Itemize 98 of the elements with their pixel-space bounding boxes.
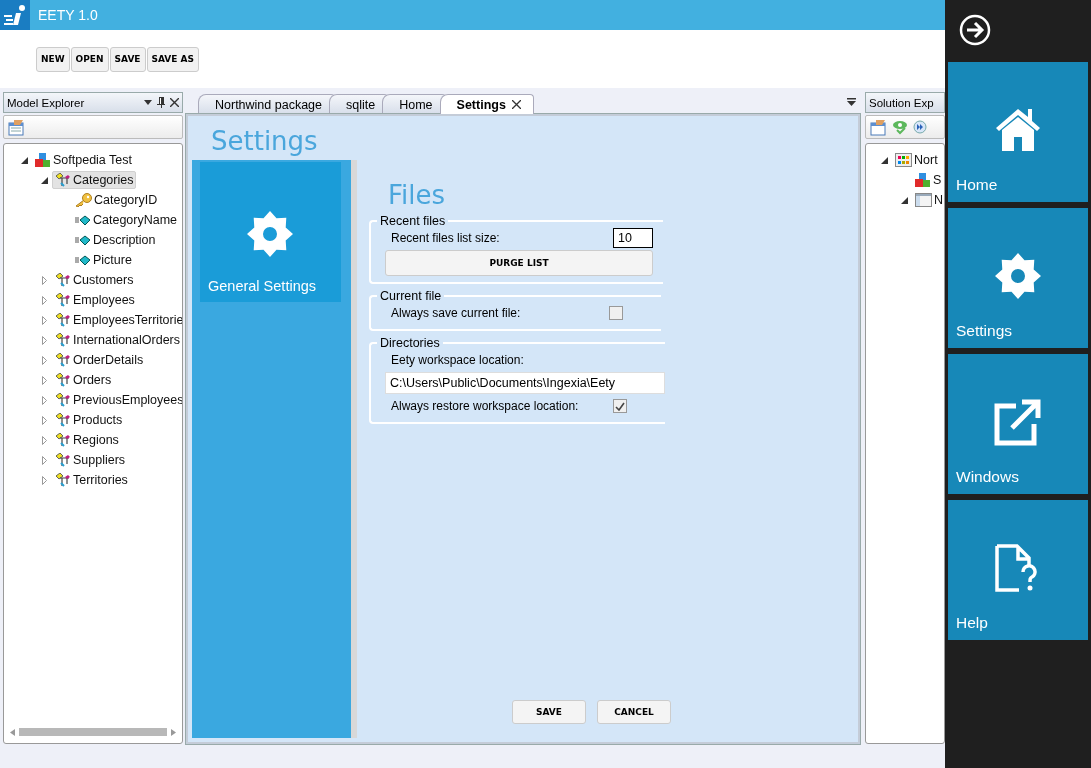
- tree-item[interactable]: Products: [52, 411, 126, 429]
- tree-item[interactable]: Softpedia Test: [32, 150, 135, 170]
- tree-item[interactable]: InternationalOrders: [52, 331, 182, 349]
- expanded-arrow-icon[interactable]: [900, 196, 908, 204]
- window-icon: [915, 193, 932, 207]
- dropdown-icon[interactable]: [847, 98, 856, 106]
- purge-button[interactable]: PURGE LIST: [385, 250, 653, 276]
- checkbox[interactable]: [609, 306, 623, 320]
- entity-icon: [55, 333, 71, 347]
- collapsed-arrow-icon[interactable]: [41, 475, 47, 485]
- tree-item[interactable]: OrderDetails: [52, 351, 147, 369]
- collapsed-arrow-icon[interactable]: [41, 375, 47, 385]
- expanded-arrow-icon[interactable]: [20, 156, 28, 164]
- scroll-left-icon[interactable]: [10, 728, 15, 736]
- tree-item[interactable]: Nort: [892, 151, 941, 169]
- save-button[interactable]: SAVE: [512, 700, 586, 724]
- home-icon: [994, 106, 1042, 152]
- field-label: Recent files list size:: [391, 231, 500, 245]
- expanded-arrow-icon[interactable]: [40, 176, 48, 184]
- collapsed-arrow-icon[interactable]: [41, 295, 47, 305]
- window-title: EETY 1.0: [38, 7, 98, 23]
- tree-item[interactable]: Employees: [52, 291, 138, 309]
- tree-item[interactable]: S: [912, 170, 944, 190]
- expanded-arrow-icon[interactable]: [880, 156, 888, 164]
- panel-title: Solution Exp: [869, 96, 934, 109]
- page-title: Settings: [210, 125, 319, 158]
- tree-item[interactable]: CategoryName: [72, 211, 181, 229]
- tree-item[interactable]: CategoryID: [72, 191, 161, 209]
- gear-icon: [994, 252, 1042, 300]
- group-title: Current file: [379, 289, 443, 303]
- forward-icon[interactable]: [913, 120, 927, 134]
- scroll-bar[interactable]: [10, 727, 176, 737]
- charm-tile[interactable]: Home: [948, 62, 1088, 202]
- section-title: Files: [387, 179, 447, 212]
- charm-tile[interactable]: Settings: [948, 208, 1088, 348]
- field-icon: [75, 234, 91, 246]
- number-field[interactable]: 10: [613, 228, 653, 248]
- collapsed-arrow-icon[interactable]: [41, 415, 47, 425]
- cubes-icon: [35, 152, 51, 168]
- toolbar-button[interactable]: OPEN: [70, 46, 109, 72]
- entity-icon: [55, 393, 71, 407]
- pin-icon[interactable]: [157, 97, 165, 108]
- collapsed-arrow-icon[interactable]: [41, 315, 47, 325]
- entity-icon: [55, 413, 71, 427]
- charm-tile[interactable]: Help: [948, 500, 1088, 640]
- tree-item[interactable]: Regions: [52, 431, 122, 449]
- table-icon: [895, 153, 912, 167]
- group-title: Recent files: [379, 214, 447, 228]
- entity-icon: [55, 273, 71, 287]
- app-logo: [0, 0, 30, 30]
- tree-item[interactable]: Picture: [72, 251, 135, 269]
- toolbar-button[interactable]: NEW: [36, 46, 70, 72]
- entity-icon: [55, 433, 71, 447]
- cancel-button[interactable]: CANCEL: [597, 700, 671, 724]
- collapsed-arrow-icon[interactable]: [41, 455, 47, 465]
- field-icon: [75, 214, 91, 226]
- entity-icon: [55, 353, 71, 367]
- group-title: Directories: [379, 336, 441, 350]
- close-icon[interactable]: [511, 100, 521, 109]
- external-link-icon: [994, 398, 1042, 446]
- collapsed-arrow-icon[interactable]: [41, 355, 47, 365]
- key-icon: [75, 193, 92, 207]
- tree-item[interactable]: Categories: [52, 171, 137, 189]
- gear-icon: [246, 210, 294, 258]
- entity-icon: [55, 293, 71, 307]
- entity-icon: [55, 173, 71, 187]
- path-field[interactable]: C:\Users\Public\Documents\Ingexia\Eety: [385, 372, 665, 394]
- entity-icon: [55, 373, 71, 387]
- dropdown-icon[interactable]: [144, 100, 152, 105]
- field-icon: [75, 254, 91, 266]
- eye-icon[interactable]: [892, 119, 908, 135]
- tab[interactable]: Settings: [439, 94, 534, 114]
- toolbar-button[interactable]: SAVE: [109, 46, 146, 72]
- properties-icon[interactable]: [8, 118, 25, 136]
- tree-item[interactable]: Customers: [52, 271, 137, 289]
- field-label: Eety workspace location:: [391, 353, 524, 367]
- tree-item[interactable]: Suppliers: [52, 451, 129, 469]
- collapsed-arrow-icon[interactable]: [41, 435, 47, 445]
- field-label: Always save current file:: [391, 306, 521, 320]
- entity-icon: [55, 473, 71, 487]
- field-label: Always restore workspace location:: [391, 399, 579, 413]
- charm-tile[interactable]: Windows: [948, 354, 1088, 494]
- tree-item[interactable]: N: [912, 191, 944, 209]
- scroll-right-icon[interactable]: [171, 728, 176, 736]
- tree-item[interactable]: Description: [72, 231, 159, 249]
- panel-title: Model Explorer: [7, 96, 85, 109]
- entity-icon: [55, 313, 71, 327]
- cubes-icon: [915, 172, 931, 188]
- toolbar-button[interactable]: SAVE AS: [146, 46, 200, 72]
- tree-item[interactable]: Territories: [52, 471, 131, 489]
- collapsed-arrow-icon[interactable]: [41, 275, 47, 285]
- checkbox[interactable]: [613, 399, 627, 413]
- collapsed-arrow-icon[interactable]: [41, 395, 47, 405]
- properties-icon[interactable]: [870, 118, 887, 136]
- collapsed-arrow-icon[interactable]: [41, 335, 47, 345]
- close-icon[interactable]: [170, 98, 179, 107]
- tree-item[interactable]: Orders: [52, 371, 115, 389]
- entity-icon: [55, 453, 71, 467]
